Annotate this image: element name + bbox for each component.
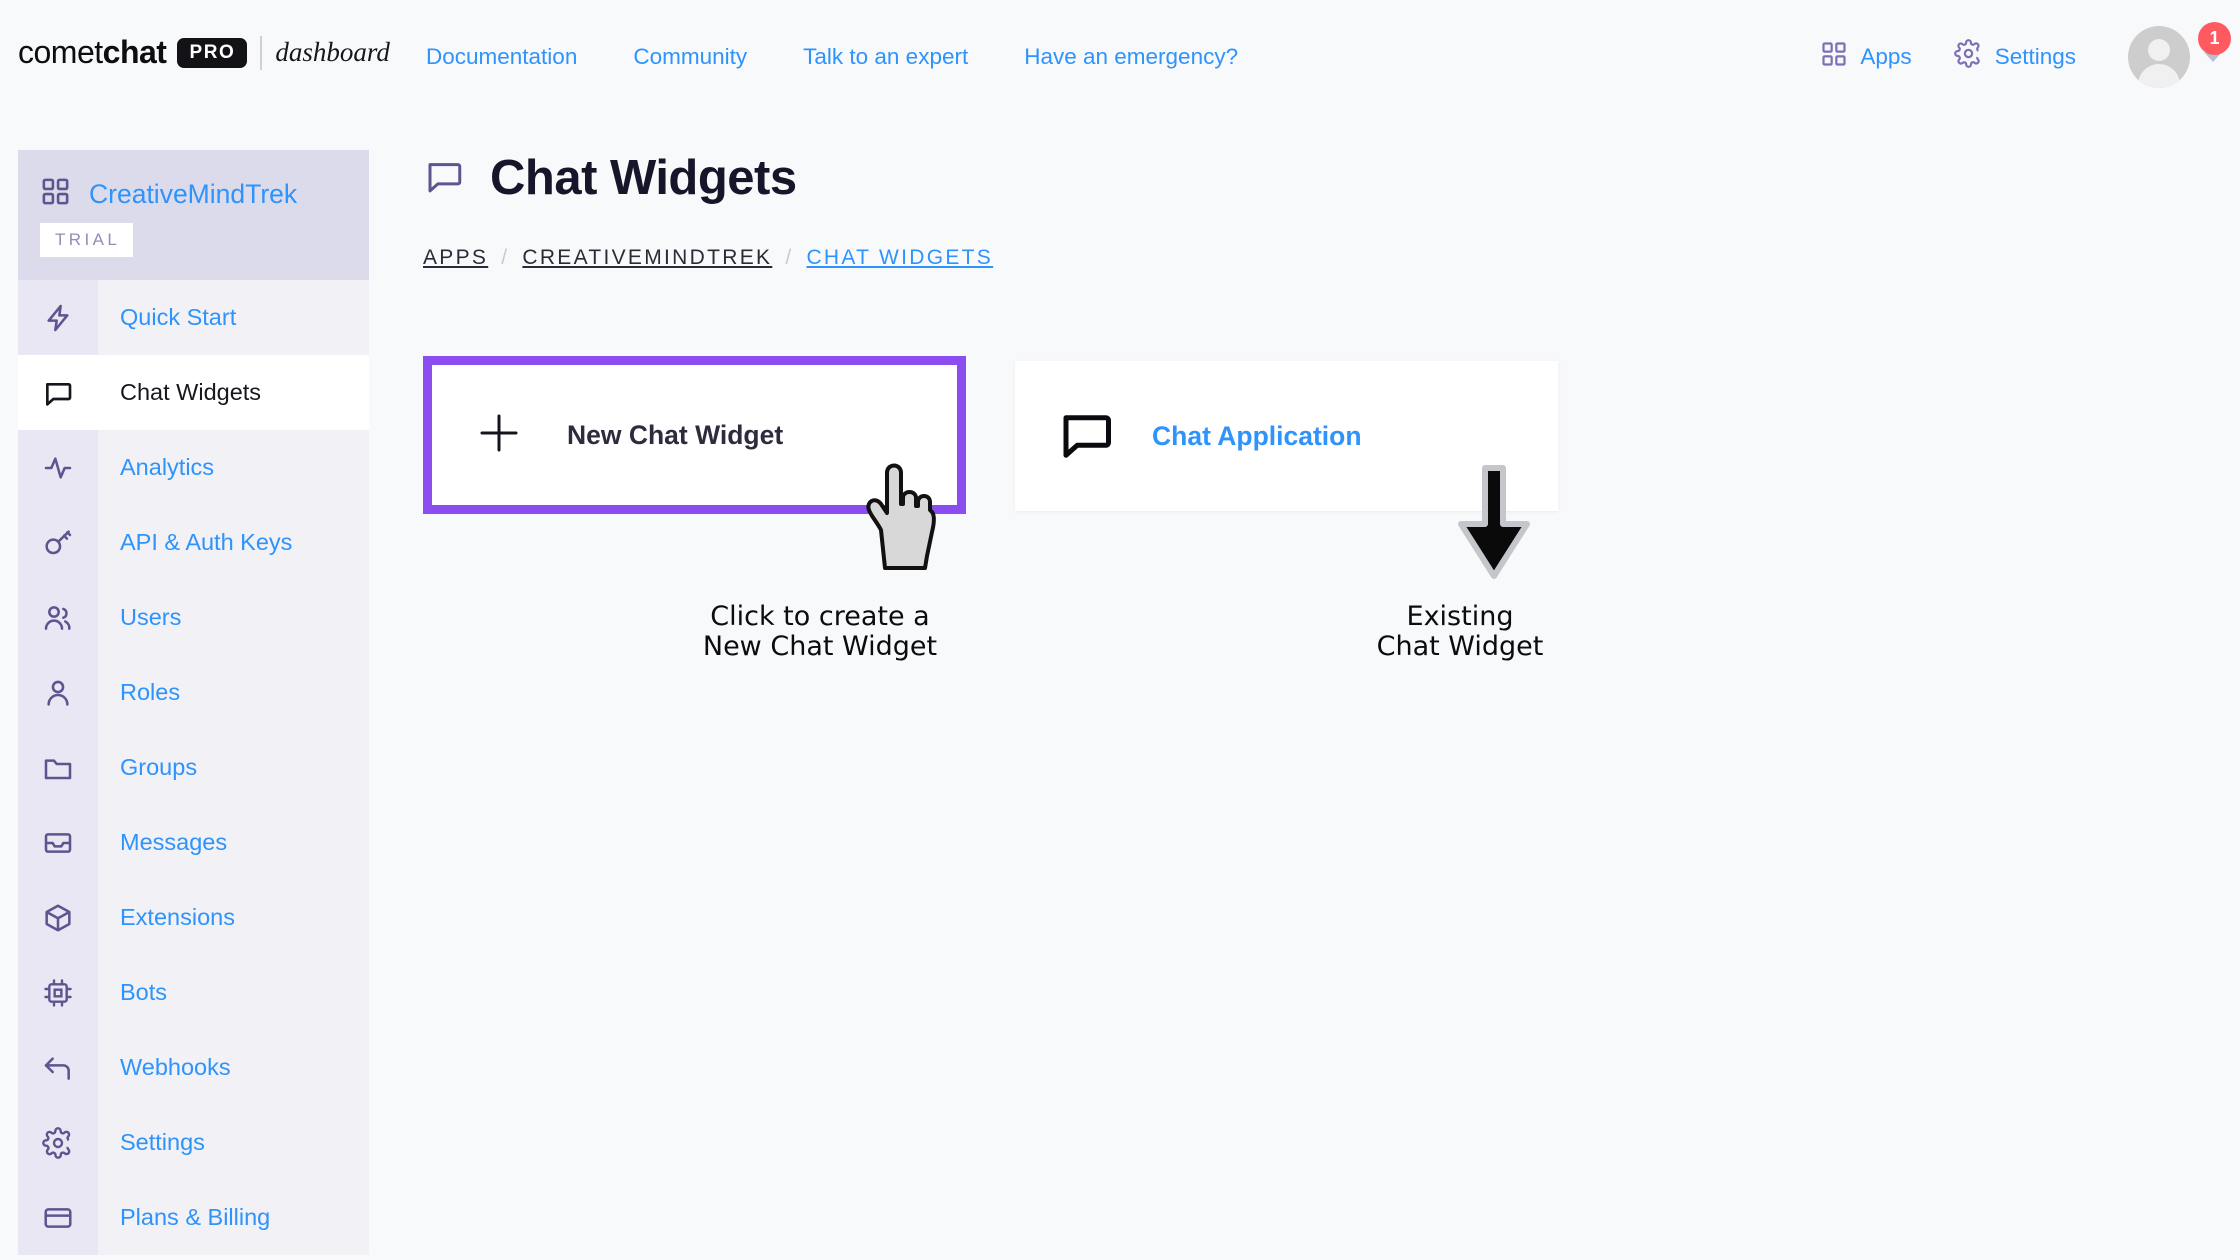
sidebar-item-label: Plans & Billing xyxy=(120,1204,271,1230)
plan-badge: TRIAL xyxy=(40,223,134,257)
pro-badge: PRO xyxy=(177,37,248,68)
page-title: Chat Widgets xyxy=(490,151,797,205)
sidebar-item-users[interactable]: Users xyxy=(18,580,369,655)
sidebar-item-chat-widgets[interactable]: Chat Widgets xyxy=(18,355,369,430)
hand-cursor-icon xyxy=(855,460,950,575)
sidebar-item-label: Bots xyxy=(120,979,168,1005)
sidebar-item-settings[interactable]: Settings xyxy=(18,1105,369,1180)
sidebar-item-quick-start[interactable]: Quick Start xyxy=(18,280,369,355)
sidebar-item-extensions[interactable]: Extensions xyxy=(18,880,369,955)
grid-icon xyxy=(1820,40,1848,74)
chat-bubble-icon xyxy=(1056,404,1116,469)
gear-icon xyxy=(18,1105,98,1180)
down-arrow-icon xyxy=(1455,462,1533,587)
apps-button[interactable]: Apps xyxy=(1820,40,1912,74)
sidebar-item-groups[interactable]: Groups xyxy=(18,730,369,805)
annotation-right-line1: Existing xyxy=(1406,601,1514,632)
sidebar-item-webhooks[interactable]: Webhooks xyxy=(18,1030,369,1105)
sidebar: CreativeMindTrek TRIAL Quick Start Chat … xyxy=(18,150,369,1260)
brand-logo[interactable]: comet chat PRO dashboard xyxy=(18,34,390,71)
user-icon xyxy=(18,655,98,730)
notification-badge[interactable]: 1 xyxy=(2198,21,2231,55)
chat-bubble-icon xyxy=(18,355,98,430)
sidebar-item-label: Webhooks xyxy=(120,1054,231,1080)
apps-label: Apps xyxy=(1860,43,1912,69)
users-icon xyxy=(18,580,98,655)
sidebar-item-label: Chat Widgets xyxy=(120,379,262,405)
sidebar-menu: Quick Start Chat Widgets Analytics API &… xyxy=(18,280,369,1255)
sidebar-item-label: Settings xyxy=(120,1129,205,1155)
sidebar-item-label: Quick Start xyxy=(120,304,237,330)
settings-label: Settings xyxy=(1994,43,2076,69)
existing-chat-widget-label: Chat Application xyxy=(1152,420,1362,451)
breadcrumb-separator: / xyxy=(501,246,510,269)
arrow-return-icon xyxy=(18,1030,98,1105)
sidebar-item-plans-billing[interactable]: Plans & Billing xyxy=(18,1180,369,1255)
sidebar-item-roles[interactable]: Roles xyxy=(18,655,369,730)
breadcrumb-item-current[interactable]: CHAT WIDGETS xyxy=(806,246,993,270)
folder-icon xyxy=(18,730,98,805)
user-menu[interactable]: 1 xyxy=(2128,21,2231,88)
annotation-left-line1: Click to create a xyxy=(710,601,930,632)
topnav-link-documentation[interactable]: Documentation xyxy=(398,44,605,70)
dashboard-label: dashboard xyxy=(275,37,390,67)
sidebar-item-messages[interactable]: Messages xyxy=(18,805,369,880)
sidebar-item-analytics[interactable]: Analytics xyxy=(18,430,369,505)
sidebar-item-label: Messages xyxy=(120,829,228,855)
sidebar-item-label: Users xyxy=(120,604,182,630)
avatar[interactable] xyxy=(2128,25,2190,88)
topnav-link-emergency[interactable]: Have an emergency? xyxy=(996,44,1266,70)
widget-cards: New Chat Widget Chat Application xyxy=(423,356,1558,514)
breadcrumb-item-app[interactable]: CREATIVEMINDTREK xyxy=(522,246,772,270)
sidebar-item-label: Analytics xyxy=(120,454,215,480)
settings-button[interactable]: Settings xyxy=(1953,39,2076,74)
key-icon xyxy=(18,505,98,580)
annotation-right: Existing Chat Widget xyxy=(1330,601,1590,663)
annotation-left: Click to create a New Chat Widget xyxy=(690,601,950,663)
sidebar-item-label: Extensions xyxy=(120,904,235,930)
page-header: Chat Widgets xyxy=(423,150,993,206)
breadcrumb-item-apps[interactable]: APPS xyxy=(423,246,488,270)
chip-icon xyxy=(18,955,98,1030)
activity-icon xyxy=(18,430,98,505)
credit-card-icon xyxy=(18,1180,98,1255)
sidebar-app-name: CreativeMindTrek xyxy=(89,178,298,209)
top-navigation: Documentation Community Talk to an exper… xyxy=(398,0,1266,113)
sidebar-item-label: API & Auth Keys xyxy=(120,529,293,555)
sidebar-item-label: Roles xyxy=(120,679,181,705)
gear-icon xyxy=(1953,39,1983,74)
sidebar-item-label: Groups xyxy=(120,754,198,780)
new-chat-widget-label: New Chat Widget xyxy=(567,419,784,450)
inbox-icon xyxy=(18,805,98,880)
box-icon xyxy=(18,880,98,955)
breadcrumb-separator: / xyxy=(785,246,794,269)
brand-divider xyxy=(260,35,263,70)
breadcrumb: APPS / CREATIVEMINDTREK / CHAT WIDGETS xyxy=(423,246,993,270)
sidebar-app-header[interactable]: CreativeMindTrek TRIAL xyxy=(18,150,369,280)
annotation-right-line2: Chat Widget xyxy=(1376,631,1544,663)
topnav-link-community[interactable]: Community xyxy=(605,44,775,70)
topnav-link-talk-to-expert[interactable]: Talk to an expert xyxy=(775,44,996,70)
plus-icon xyxy=(475,409,523,462)
top-bar: comet chat PRO dashboard Documentation C… xyxy=(0,0,2240,113)
main-content: Chat Widgets APPS / CREATIVEMINDTREK / C… xyxy=(423,150,1558,514)
bolt-icon xyxy=(18,280,98,355)
sidebar-item-bots[interactable]: Bots xyxy=(18,955,369,1030)
brand-name-light: comet xyxy=(18,34,103,70)
top-right-actions: Apps Settings 1 xyxy=(1778,0,2240,113)
chat-bubble-icon xyxy=(423,155,465,202)
brand-name-bold: chat xyxy=(102,34,167,70)
grid-icon xyxy=(40,176,71,212)
annotation-left-line2: New Chat Widget xyxy=(702,631,938,663)
sidebar-item-api-auth-keys[interactable]: API & Auth Keys xyxy=(18,505,369,580)
